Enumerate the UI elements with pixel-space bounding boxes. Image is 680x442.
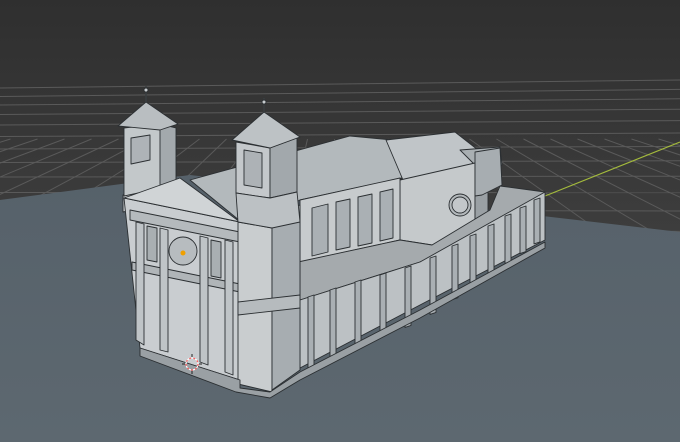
crossing-oculus-inner (451, 196, 469, 214)
left-tower-finial (143, 87, 149, 93)
right-tower-window (243, 149, 263, 189)
viewport-canvas[interactable] (0, 0, 680, 442)
right-tower-plinth (235, 191, 301, 229)
aisle-pilaster (533, 197, 541, 245)
left-tower-window (130, 134, 151, 165)
aisle-pilaster (487, 223, 495, 276)
right-tower-finial (261, 99, 267, 105)
aisle-pilaster (307, 294, 315, 369)
right-tower-shaft-side (269, 137, 298, 199)
3d-viewport[interactable] (0, 0, 680, 442)
aisle-pilaster (519, 205, 527, 255)
aisle-pilaster (504, 213, 512, 264)
left-tower-shaft-side (159, 123, 177, 189)
aisle-pilaster (354, 279, 362, 348)
object-origin-icon[interactable] (180, 250, 186, 256)
aisle-pilaster (329, 287, 337, 359)
